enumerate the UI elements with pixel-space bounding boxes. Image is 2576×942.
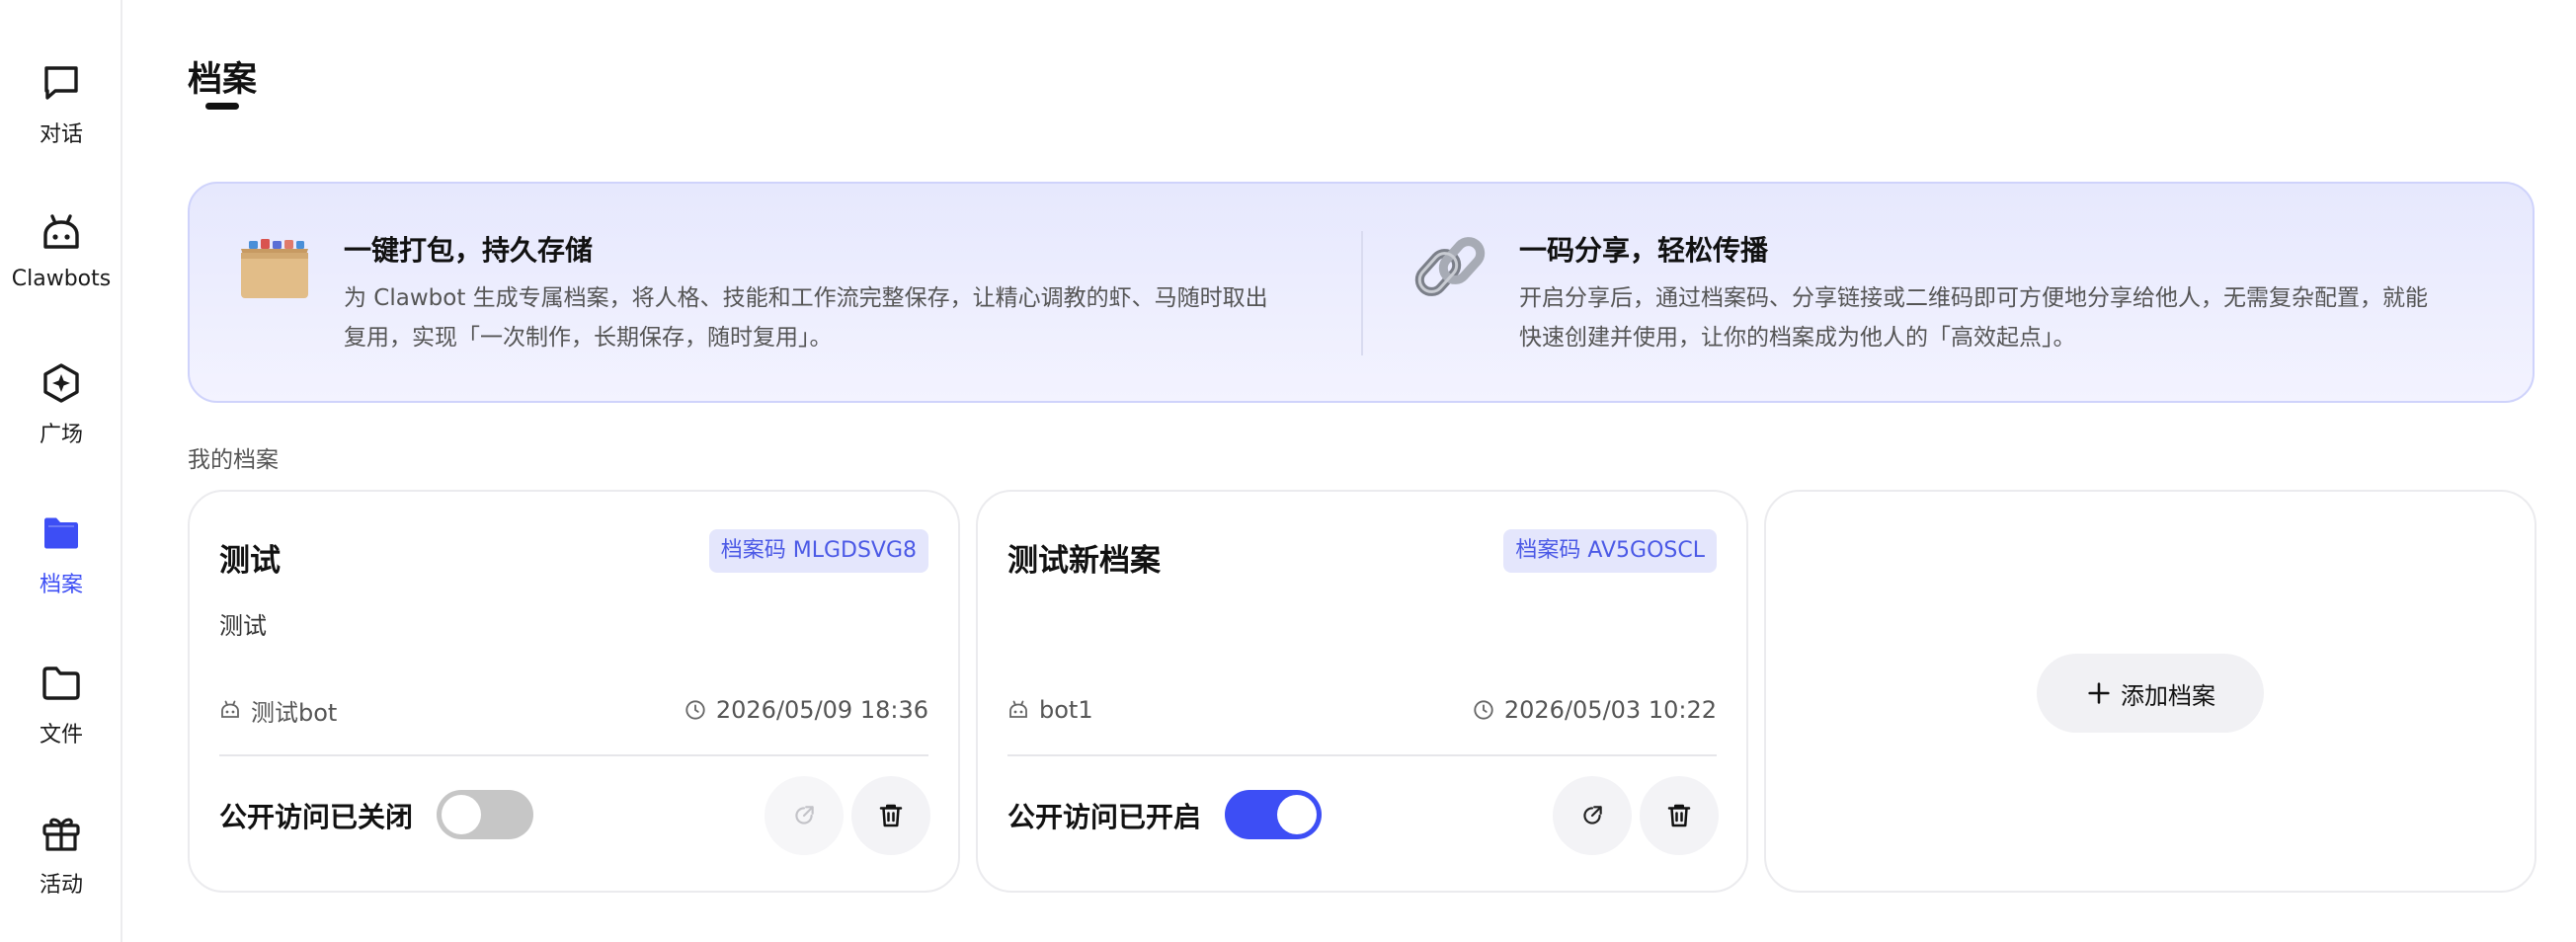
archive-bot-name: 测试bot	[251, 698, 338, 727]
trash-icon	[879, 804, 903, 827]
banner-divider	[1361, 231, 1363, 355]
archive-box-icon	[235, 227, 314, 306]
trash-icon	[1667, 804, 1691, 827]
share-button[interactable]	[1553, 776, 1632, 855]
feature-pack-store: 一键打包，持久存储 为 Clawbot 生成专属档案，将人格、技能和工作流完整保…	[235, 227, 1268, 357]
sidebar-item-files[interactable]: 文件	[0, 662, 122, 780]
feature-title: 一键打包，持久存储	[344, 234, 594, 267]
plaza-icon	[40, 361, 83, 405]
feature-description: 开启分享后，通过档案码、分享链接或二维码即可方便地分享给他人，无需复杂配置，就能…	[1519, 278, 2428, 357]
card-divider	[219, 754, 928, 756]
bot-icon	[40, 211, 83, 255]
add-archive-button[interactable]: 添加档案	[2037, 654, 2264, 733]
public-access-label: 公开访问已关闭	[219, 801, 414, 833]
sidebar-item-label: 广场	[39, 423, 83, 447]
toggle-knob	[442, 795, 481, 834]
bot-icon	[221, 700, 239, 718]
gift-icon	[40, 812, 83, 855]
clock-icon	[685, 700, 705, 720]
sidebar-item-label: 活动	[39, 873, 83, 898]
feature-share: 一码分享，轻松传播 开启分享后，通过档案码、分享链接或二维码即可方便地分享给他人…	[1410, 227, 2428, 357]
archive-timestamp: 2026/05/09 18:36	[715, 696, 928, 724]
page-title: 档案	[188, 60, 258, 100]
archive-code-badge[interactable]: 档案码 AV5GOSCL	[1503, 529, 1717, 573]
archive-description: 测试	[219, 612, 267, 640]
feature-desc-line: 开启分享后，通过档案码、分享链接或二维码即可方便地分享给他人，无需复杂配置，就能	[1519, 285, 2428, 311]
section-label: 我的档案	[188, 447, 279, 473]
intro-banner: 一键打包，持久存储 为 Clawbot 生成专属档案，将人格、技能和工作流完整保…	[188, 182, 2535, 403]
public-access-toggle[interactable]	[437, 790, 533, 839]
sidebar-item-activity[interactable]: 活动	[0, 812, 122, 930]
sidebar-item-label: 档案	[39, 573, 83, 597]
share-icon	[795, 806, 814, 824]
title-underline	[205, 103, 239, 110]
sidebar-item-plaza[interactable]: 广场	[0, 361, 122, 480]
sidebar-item-label: 文件	[39, 723, 83, 747]
plus-icon	[2088, 682, 2110, 704]
archive-name: 测试	[219, 543, 281, 579]
delete-button[interactable]	[1640, 776, 1719, 855]
archive-code-badge[interactable]: 档案码 MLGDSVG8	[708, 529, 928, 573]
feature-desc-line: 为 Clawbot 生成专属档案，将人格、技能和工作流完整保存，让精心调教的虾、…	[344, 285, 1268, 311]
toggle-knob	[1277, 795, 1317, 834]
sidebar-item-label: 对话	[39, 122, 83, 147]
archive-card[interactable]: 测试 档案码 MLGDSVG8 测试 测试bot 2026/05/09 18:3…	[188, 490, 960, 893]
add-archive-label: 添加档案	[2121, 681, 2215, 710]
sidebar-item-label: Clawbots	[11, 267, 112, 291]
file-folder-icon	[40, 662, 83, 705]
chat-icon	[40, 61, 83, 105]
public-access-toggle[interactable]	[1225, 790, 1322, 839]
folder-icon	[40, 511, 83, 555]
clock-icon	[1474, 700, 1493, 720]
share-button[interactable]	[765, 776, 844, 855]
add-archive-card: 添加档案	[1764, 490, 2536, 893]
archive-timestamp: 2026/05/03 10:22	[1503, 696, 1717, 724]
card-divider	[1007, 754, 1717, 756]
sidebar-item-chat[interactable]: 对话	[0, 61, 122, 180]
archive-meta: 测试bot 2026/05/09 18:36	[219, 695, 928, 727]
sidebar-item-archive[interactable]: 档案	[0, 511, 122, 630]
chain-link-icon	[1410, 227, 1489, 306]
archive-bot-name: bot1	[1039, 696, 1093, 724]
feature-title: 一码分享，轻松传播	[1519, 234, 1769, 267]
feature-description: 为 Clawbot 生成专属档案，将人格、技能和工作流完整保存，让精心调教的虾、…	[344, 278, 1268, 357]
feature-desc-line: 复用，实现「一次制作，长期保存，随时复用」。	[344, 325, 833, 351]
bot-icon	[1009, 700, 1027, 718]
feature-desc-line: 快速创建并使用，让你的档案成为他人的「高效起点」。	[1519, 325, 2076, 351]
public-access-label: 公开访问已开启	[1007, 801, 1202, 833]
archive-name: 测试新档案	[1007, 543, 1161, 579]
archive-meta: bot1 2026/05/03 10:22	[1007, 695, 1717, 725]
delete-button[interactable]	[851, 776, 930, 855]
sidebar-item-clawbots[interactable]: Clawbots	[0, 211, 122, 330]
share-icon	[1583, 806, 1602, 824]
sidebar: 对话 Clawbots 广场 档案 文件 活动	[0, 0, 122, 942]
archive-card[interactable]: 测试新档案 档案码 AV5GOSCL bot1 2026/05/03 10:22…	[976, 490, 1748, 893]
